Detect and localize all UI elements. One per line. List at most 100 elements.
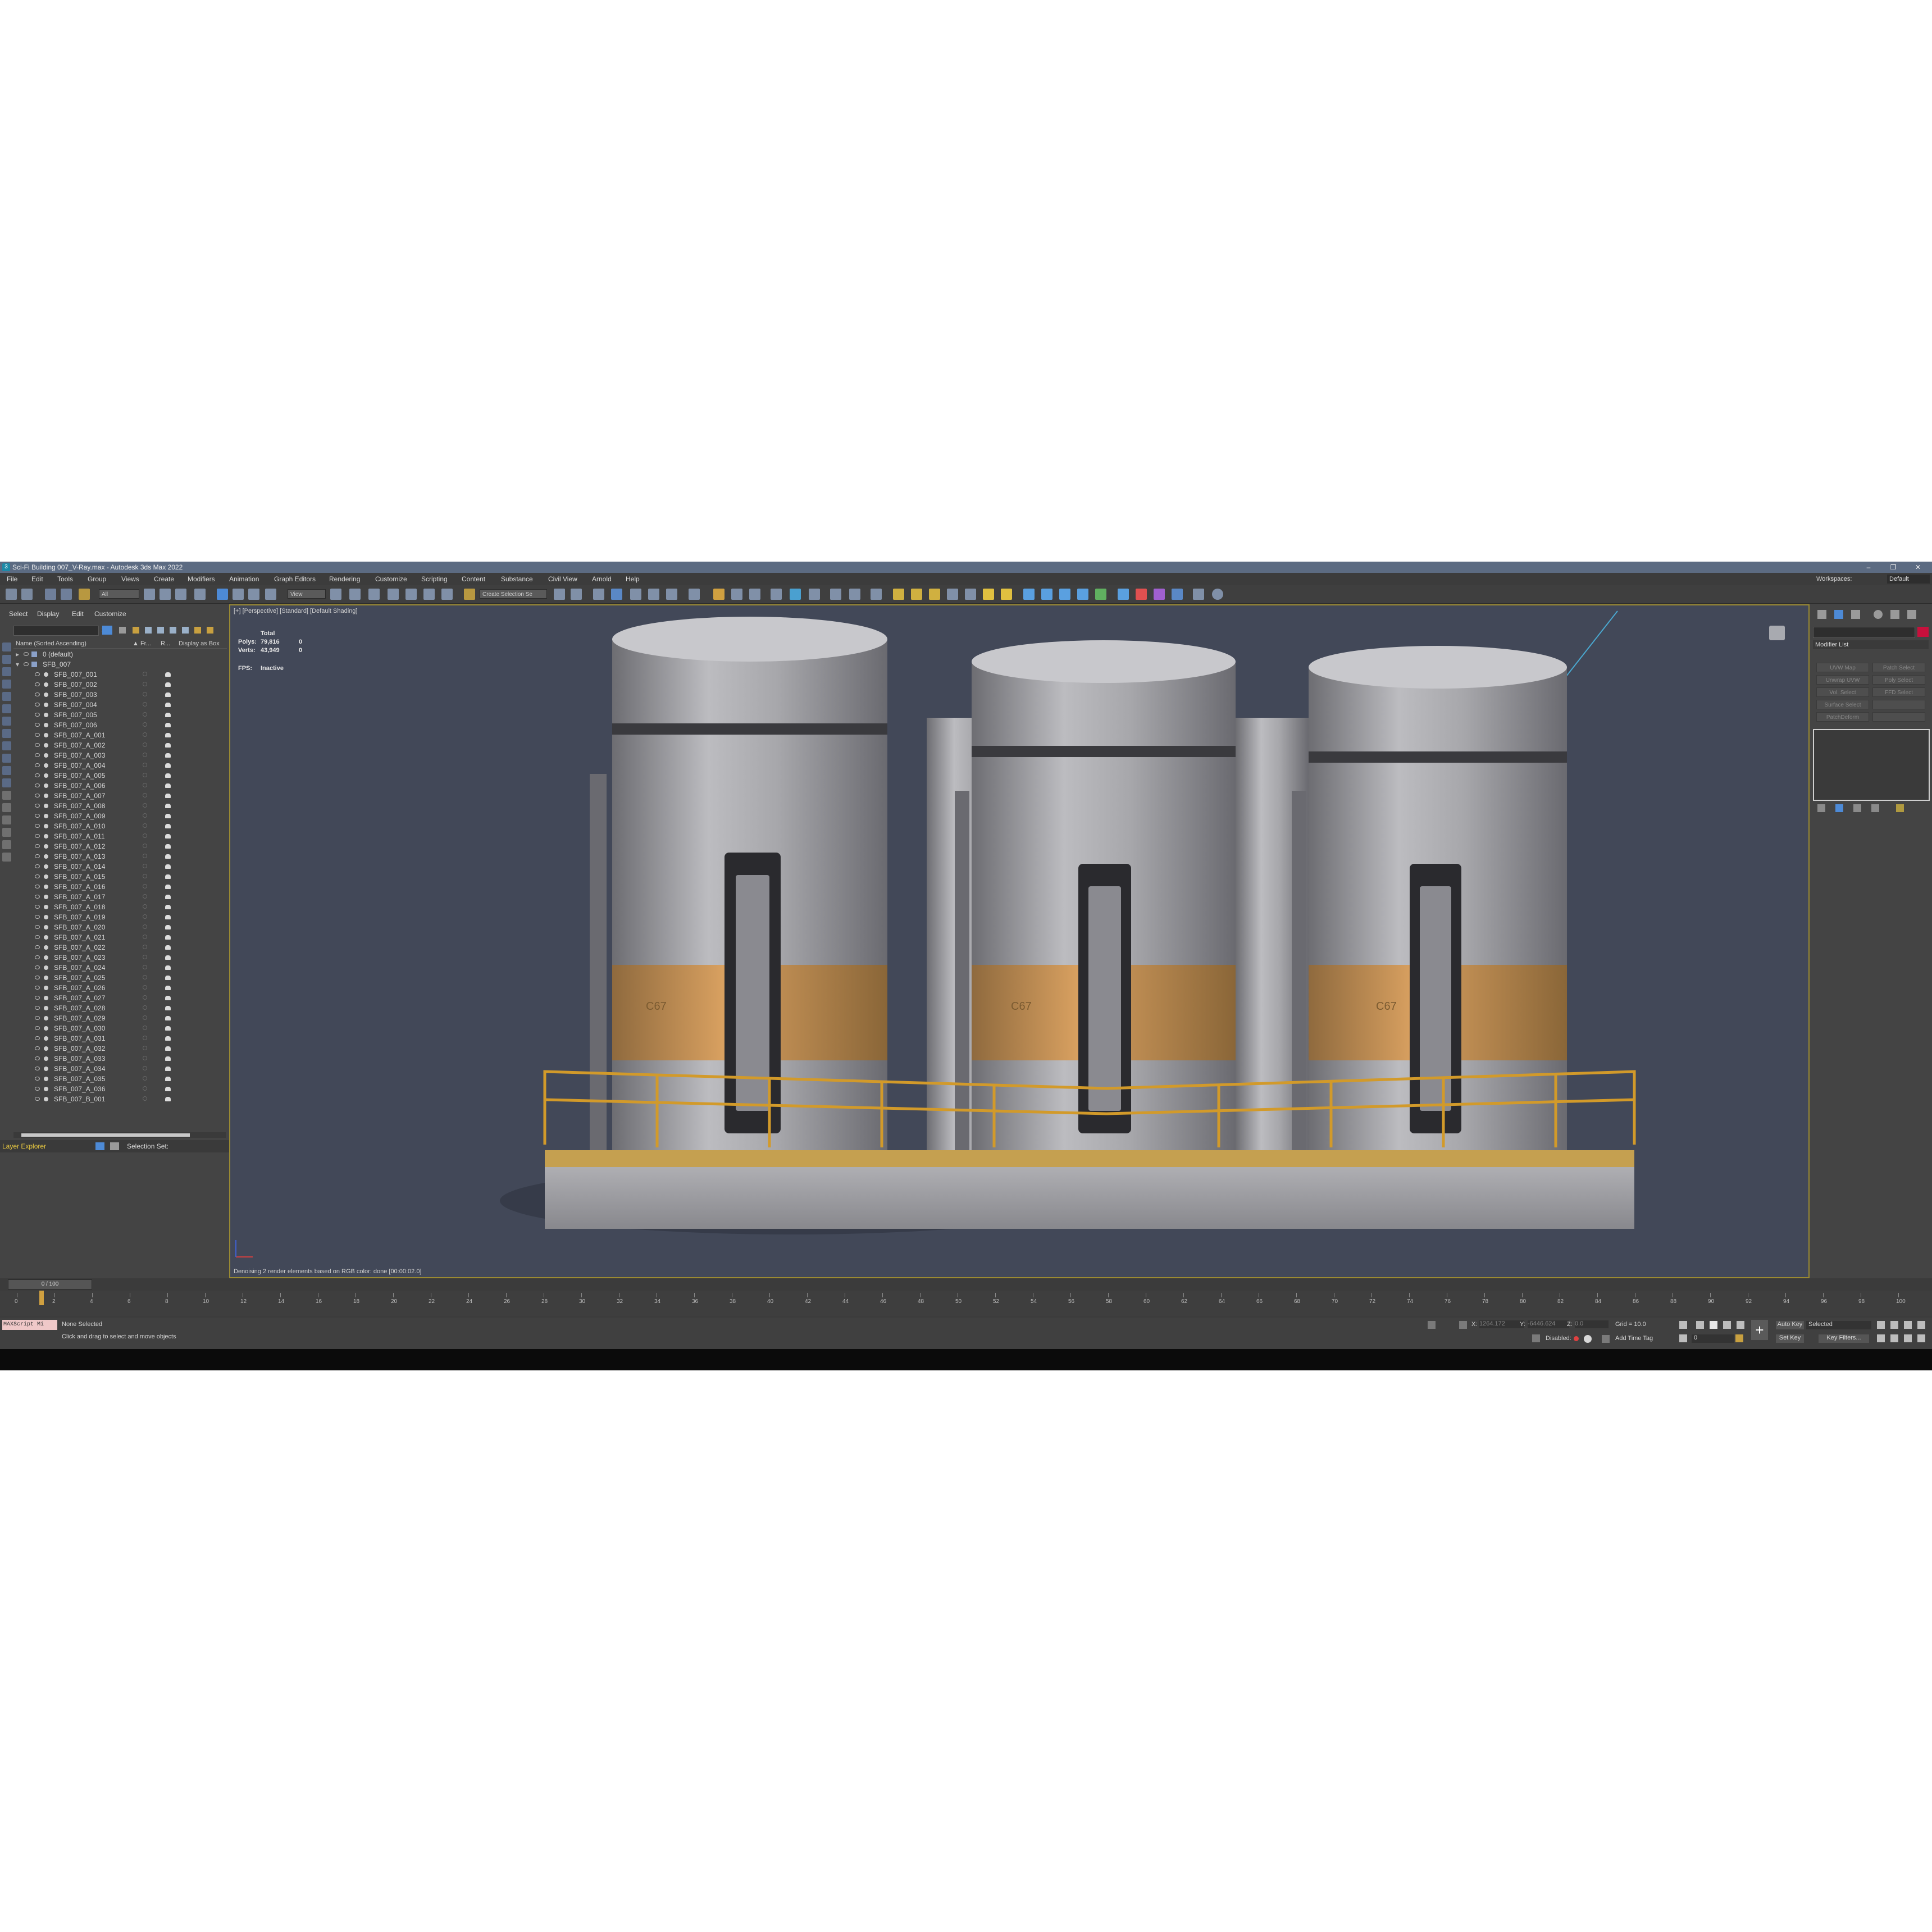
- x-coordinate[interactable]: 1264.172: [1479, 1320, 1524, 1328]
- renderable-icon[interactable]: [165, 925, 171, 929]
- freeze-icon[interactable]: [143, 945, 147, 949]
- object-row[interactable]: SFB_007_A_030: [13, 1023, 226, 1033]
- orbit-icon[interactable]: [1904, 1334, 1912, 1342]
- object-row[interactable]: SFB_007_005: [13, 710, 226, 720]
- visibility-icon[interactable]: [35, 1077, 40, 1081]
- expand-arrow-icon[interactable]: ▸: [16, 649, 19, 659]
- close-button[interactable]: ✕: [1910, 562, 1926, 573]
- renderable-icon[interactable]: [165, 854, 171, 859]
- maximize-viewport-icon[interactable]: [1917, 1334, 1925, 1342]
- renderable-icon[interactable]: [165, 794, 171, 798]
- freeze-icon[interactable]: [143, 712, 147, 717]
- renderable-icon[interactable]: [165, 743, 171, 748]
- visibility-icon[interactable]: [35, 935, 40, 939]
- visibility-icon[interactable]: [35, 804, 40, 808]
- add-time-tag-icon[interactable]: [1602, 1335, 1610, 1343]
- vray-material-library-icon[interactable]: [1136, 589, 1147, 600]
- vray-tools-icon[interactable]: [871, 589, 882, 600]
- column-name[interactable]: Name (Sorted Ascending): [16, 639, 86, 648]
- visibility-icon[interactable]: [35, 1056, 40, 1060]
- modifier-button[interactable]: Surface Select: [1816, 700, 1869, 709]
- object-row[interactable]: SFB_007_A_016: [13, 882, 226, 892]
- scene-explorer-icon[interactable]: [110, 1142, 119, 1150]
- object-row[interactable]: SFB_007_A_025: [13, 973, 226, 983]
- spinner-snap-icon[interactable]: [441, 589, 453, 600]
- object-row[interactable]: SFB_007_A_028: [13, 1003, 226, 1013]
- filter-icon[interactable]: [102, 626, 112, 635]
- create-tab-icon[interactable]: [1817, 610, 1826, 619]
- render-setup-icon[interactable]: [713, 589, 724, 600]
- renderable-icon[interactable]: [165, 692, 171, 697]
- object-row[interactable]: SFB_007_A_021: [13, 932, 226, 942]
- object-row[interactable]: SFB_007_004: [13, 700, 226, 710]
- perspective-viewport[interactable]: [+] [Perspective] [Standard] [Default Sh…: [229, 604, 1810, 1278]
- object-row[interactable]: SFB_007_A_024: [13, 963, 226, 973]
- object-name-field[interactable]: [1813, 627, 1915, 638]
- renderable-icon[interactable]: [165, 905, 171, 909]
- renderable-icon[interactable]: [165, 814, 171, 818]
- object-row[interactable]: SFB_007_A_034: [13, 1064, 226, 1074]
- go-to-end-icon[interactable]: [1737, 1321, 1744, 1329]
- z-coordinate[interactable]: 0.0: [1575, 1320, 1609, 1328]
- renderable-icon[interactable]: [165, 935, 171, 940]
- freeze-icon[interactable]: [143, 935, 147, 939]
- modifier-button[interactable]: UVW Map: [1816, 663, 1869, 672]
- vray-sky-icon[interactable]: [1001, 589, 1012, 600]
- toggle-layer-explorer-icon[interactable]: [611, 589, 622, 600]
- freeze-icon[interactable]: [143, 803, 147, 808]
- place-icon[interactable]: [265, 589, 276, 600]
- current-frame-field[interactable]: 0: [1692, 1334, 1734, 1343]
- modifier-button[interactable]: FFD Select: [1872, 687, 1925, 697]
- column-render[interactable]: R...: [161, 639, 170, 648]
- vray-fur-icon[interactable]: [1059, 589, 1070, 600]
- utilities-tab-icon[interactable]: [1907, 610, 1916, 619]
- render-iteration-icon[interactable]: [771, 589, 782, 600]
- object-row[interactable]: SFB_007_A_036: [13, 1084, 226, 1094]
- renderable-icon[interactable]: [165, 753, 171, 758]
- minimize-button[interactable]: –: [1860, 562, 1877, 573]
- menu-views[interactable]: Views: [121, 573, 139, 585]
- layer-row[interactable]: ▸ 0 (default): [13, 649, 226, 659]
- rotate-icon[interactable]: [233, 589, 244, 600]
- pin-stack-icon[interactable]: [1817, 804, 1825, 812]
- freeze-icon[interactable]: [143, 844, 147, 848]
- object-row[interactable]: SFB_007_A_011: [13, 831, 226, 841]
- object-row[interactable]: SFB_007_A_001: [13, 730, 226, 740]
- renderable-icon[interactable]: [165, 783, 171, 788]
- modifier-button[interactable]: PatchDeform: [1816, 712, 1869, 722]
- remove-modifier-icon[interactable]: [1871, 804, 1879, 812]
- column-frozen[interactable]: ▲ Fr...: [133, 639, 151, 648]
- curve-editor-icon[interactable]: [648, 589, 659, 600]
- freeze-icon[interactable]: [143, 682, 147, 686]
- rect-region-icon[interactable]: [175, 589, 186, 600]
- renderable-icon[interactable]: [165, 713, 171, 717]
- visibility-icon[interactable]: [35, 783, 40, 787]
- vray-ambient-light-icon[interactable]: [965, 589, 976, 600]
- renderable-icon[interactable]: [165, 1006, 171, 1010]
- visibility-icon[interactable]: [35, 703, 40, 707]
- renderable-icon[interactable]: [165, 1016, 171, 1020]
- tab-select[interactable]: Select: [9, 610, 28, 618]
- freeze-icon[interactable]: [143, 1066, 147, 1070]
- snaps-toggle-icon[interactable]: [388, 589, 399, 600]
- tab-edit[interactable]: Edit: [72, 610, 84, 618]
- renderable-icon[interactable]: [165, 834, 171, 839]
- modifier-button[interactable]: Poly Select: [1872, 675, 1925, 685]
- freeze-icon[interactable]: [143, 692, 147, 696]
- add-layer-icon[interactable]: [133, 627, 139, 634]
- renderable-icon[interactable]: [165, 844, 171, 849]
- add-time-tag-label[interactable]: Add Time Tag: [1615, 1335, 1653, 1342]
- motion-tab-icon[interactable]: [1874, 610, 1883, 619]
- visibility-icon[interactable]: [35, 723, 40, 727]
- selection-filter-dropdown[interactable]: All: [99, 589, 139, 599]
- help-icon[interactable]: [1212, 589, 1223, 600]
- visibility-icon[interactable]: [35, 1006, 40, 1010]
- vray-render-icon[interactable]: [809, 589, 820, 600]
- scale-icon[interactable]: [248, 589, 259, 600]
- play-icon[interactable]: [1710, 1321, 1717, 1329]
- vray-sun-icon[interactable]: [983, 589, 994, 600]
- zoom-extents-all-icon[interactable]: [1917, 1321, 1925, 1329]
- workspaces-dropdown[interactable]: Default: [1887, 575, 1930, 584]
- menu-customize[interactable]: Customize: [375, 573, 407, 585]
- menu-create[interactable]: Create: [154, 573, 174, 585]
